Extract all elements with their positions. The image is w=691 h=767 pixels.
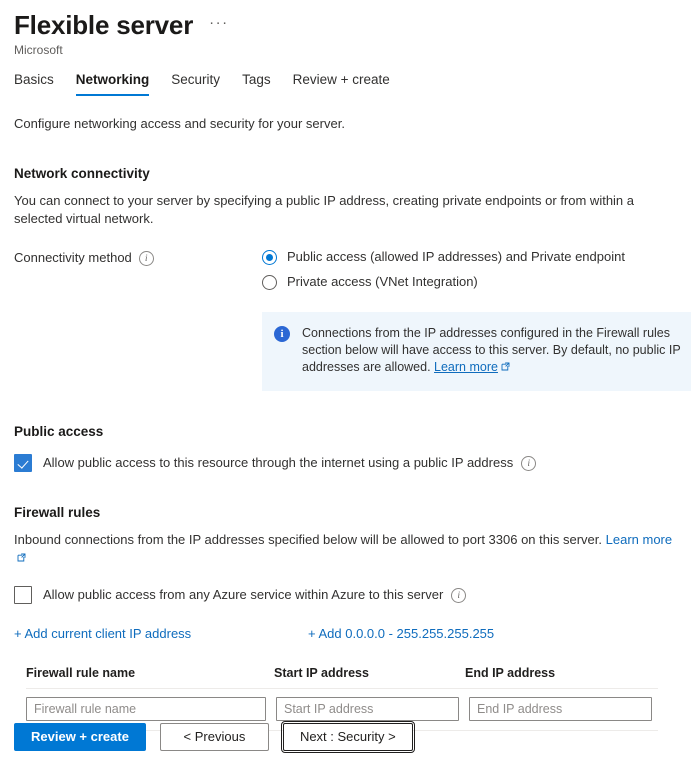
tab-review-create[interactable]: Review + create	[282, 69, 401, 96]
learn-more-link[interactable]: Learn more	[434, 360, 498, 374]
end-ip-address-input[interactable]	[469, 697, 652, 721]
firewall-rules-description-text: Inbound connections from the IP addresse…	[14, 532, 602, 547]
info-icon: i	[274, 326, 290, 342]
allow-public-access-checkbox[interactable]: Allow public access to this resource thr…	[14, 454, 677, 472]
radio-mark-icon	[262, 275, 277, 290]
allow-azure-services-checkbox[interactable]: Allow public access from any Azure servi…	[14, 586, 677, 604]
radio-public-access[interactable]: Public access (allowed IP addresses) and…	[262, 248, 677, 266]
info-icon[interactable]: i	[521, 456, 536, 471]
previous-button[interactable]: < Previous	[160, 723, 269, 751]
start-ip-address-input[interactable]	[276, 697, 459, 721]
allow-public-access-label: Allow public access to this resource thr…	[43, 454, 513, 472]
external-link-icon	[17, 553, 26, 562]
external-link-icon	[501, 362, 510, 371]
radio-public-access-label: Public access (allowed IP addresses) and…	[287, 248, 625, 266]
page-subtitle: Microsoft	[14, 42, 691, 58]
network-connectivity-description: You can connect to your server by specif…	[14, 192, 677, 228]
wizard-footer: Review + create < Previous Next : Securi…	[14, 723, 413, 751]
tab-security[interactable]: Security	[160, 69, 231, 96]
public-access-heading: Public access	[14, 423, 677, 441]
info-banner: i Connections from the IP addresses conf…	[262, 312, 691, 391]
info-icon[interactable]: i	[139, 251, 154, 266]
connectivity-method-options: Public access (allowed IP addresses) and…	[262, 248, 677, 298]
main-content: Configure networking access and security…	[0, 115, 691, 731]
page-title: Flexible server	[14, 10, 193, 40]
add-all-ip-range-link[interactable]: + Add 0.0.0.0 - 255.255.255.255	[308, 626, 494, 641]
firewall-learn-more-link[interactable]: Learn more	[606, 532, 672, 547]
column-header-start-ip: Start IP address	[274, 666, 465, 680]
info-icon[interactable]: i	[451, 588, 466, 603]
firewall-rules-description: Inbound connections from the IP addresse…	[14, 531, 677, 567]
page-header: Flexible server ··· Microsoft	[0, 0, 691, 58]
firewall-rule-name-input[interactable]	[26, 697, 266, 721]
allow-azure-services-label: Allow public access from any Azure servi…	[43, 586, 443, 604]
review-create-button[interactable]: Review + create	[14, 723, 146, 751]
firewall-rules-heading: Firewall rules	[14, 504, 677, 522]
more-options-icon[interactable]: ···	[207, 12, 231, 38]
info-banner-text: Connections from the IP addresses config…	[302, 325, 691, 376]
connectivity-method-label-group: Connectivity method i	[14, 248, 262, 298]
tab-networking[interactable]: Networking	[65, 69, 161, 96]
allow-public-access-label-group: Allow public access to this resource thr…	[43, 454, 536, 472]
network-connectivity-heading: Network connectivity	[14, 165, 677, 183]
column-header-rule-name: Firewall rule name	[26, 666, 274, 680]
checkbox-mark-icon	[14, 586, 32, 604]
next-security-button[interactable]: Next : Security >	[283, 723, 413, 751]
checkbox-mark-icon	[14, 454, 32, 472]
tab-tags[interactable]: Tags	[231, 69, 282, 96]
firewall-rules-table: Firewall rule name Start IP address End …	[14, 666, 658, 731]
wizard-tabs: Basics Networking Security Tags Review +…	[0, 69, 691, 96]
add-ip-links: + Add current client IP address + Add 0.…	[14, 626, 677, 641]
radio-mark-icon	[262, 250, 277, 265]
radio-private-access[interactable]: Private access (VNet Integration)	[262, 273, 677, 291]
connectivity-method-row: Connectivity method i Public access (all…	[14, 248, 677, 298]
allow-azure-services-label-group: Allow public access from any Azure servi…	[43, 586, 466, 604]
connectivity-method-label: Connectivity method	[14, 249, 132, 267]
title-row: Flexible server ···	[14, 10, 691, 40]
intro-text: Configure networking access and security…	[14, 115, 677, 133]
firewall-table-header: Firewall rule name Start IP address End …	[26, 666, 658, 688]
add-current-client-ip-link[interactable]: + Add current client IP address	[14, 626, 308, 641]
column-header-end-ip: End IP address	[465, 666, 658, 680]
radio-private-access-label: Private access (VNet Integration)	[287, 273, 478, 291]
tab-basics[interactable]: Basics	[14, 69, 65, 96]
